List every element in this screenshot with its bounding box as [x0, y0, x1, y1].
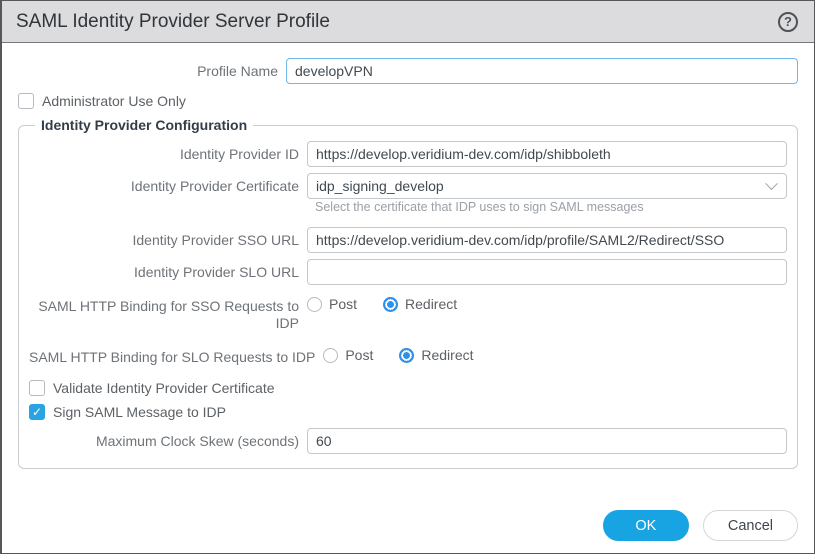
slo-binding-label: SAML HTTP Binding for SLO Requests to ID…	[29, 344, 323, 366]
validate-cert-checkbox[interactable]	[29, 380, 45, 396]
dialog-titlebar: SAML Identity Provider Server Profile ?	[2, 1, 814, 43]
sso-binding-redirect-label: Redirect	[405, 296, 457, 312]
checkmark-icon: ✓	[32, 405, 42, 419]
profile-name-row: Profile Name	[18, 58, 798, 84]
sso-binding-radiogroup: Post Redirect	[307, 293, 483, 312]
slo-binding-post-option[interactable]: Post	[323, 347, 373, 363]
saml-idp-profile-dialog: SAML Identity Provider Server Profile ? …	[0, 0, 815, 554]
idp-certificate-label: Identity Provider Certificate	[29, 173, 307, 195]
cancel-button[interactable]: Cancel	[703, 510, 798, 541]
slo-binding-row: SAML HTTP Binding for SLO Requests to ID…	[29, 344, 787, 366]
sign-saml-row: ✓ Sign SAML Message to IDP	[29, 404, 787, 420]
dialog-body: Profile Name Administrator Use Only Iden…	[2, 43, 814, 469]
slo-url-label: Identity Provider SLO URL	[29, 259, 307, 281]
clock-skew-input[interactable]	[307, 428, 787, 454]
admin-only-checkbox[interactable]	[18, 93, 34, 109]
idp-certificate-hint: Select the certificate that IDP uses to …	[315, 200, 787, 214]
sso-binding-redirect-option[interactable]: Redirect	[383, 296, 457, 312]
slo-url-row: Identity Provider SLO URL	[29, 259, 787, 285]
sign-saml-label: Sign SAML Message to IDP	[53, 404, 226, 420]
idp-certificate-select[interactable]: idp_signing_develop	[307, 173, 787, 199]
validate-cert-row: Validate Identity Provider Certificate	[29, 380, 787, 396]
admin-only-row: Administrator Use Only	[18, 93, 798, 109]
help-button[interactable]: ?	[778, 12, 798, 32]
radio-selected-icon	[383, 297, 398, 312]
radio-selected-icon	[399, 348, 414, 363]
validate-cert-label: Validate Identity Provider Certificate	[53, 380, 275, 396]
idp-id-row: Identity Provider ID	[29, 141, 787, 167]
idp-certificate-row: Identity Provider Certificate idp_signin…	[29, 173, 787, 199]
slo-binding-redirect-option[interactable]: Redirect	[399, 347, 473, 363]
idp-certificate-value: idp_signing_develop	[316, 178, 444, 194]
dialog-footer: OK Cancel	[603, 510, 798, 541]
slo-url-input[interactable]	[307, 259, 787, 285]
idp-id-input[interactable]	[307, 141, 787, 167]
profile-name-input[interactable]	[286, 58, 798, 84]
chevron-down-icon	[765, 177, 778, 190]
sso-binding-row: SAML HTTP Binding for SSO Requests to ID…	[29, 293, 787, 332]
idp-configuration-legend: Identity Provider Configuration	[35, 117, 253, 133]
sso-binding-post-option[interactable]: Post	[307, 296, 357, 312]
slo-binding-radiogroup: Post Redirect	[323, 344, 499, 363]
sso-url-input[interactable]	[307, 227, 787, 253]
clock-skew-row: Maximum Clock Skew (seconds)	[29, 428, 787, 454]
sso-url-label: Identity Provider SSO URL	[29, 227, 307, 249]
sso-binding-label: SAML HTTP Binding for SSO Requests to ID…	[29, 293, 307, 332]
sso-binding-post-label: Post	[329, 296, 357, 312]
admin-only-label: Administrator Use Only	[42, 93, 186, 109]
clock-skew-label: Maximum Clock Skew (seconds)	[29, 428, 307, 450]
profile-name-label: Profile Name	[18, 58, 286, 80]
sign-saml-checkbox[interactable]: ✓	[29, 404, 45, 420]
radio-unselected-icon	[307, 297, 322, 312]
slo-binding-redirect-label: Redirect	[421, 347, 473, 363]
ok-button[interactable]: OK	[603, 510, 689, 541]
idp-id-label: Identity Provider ID	[29, 141, 307, 163]
radio-unselected-icon	[323, 348, 338, 363]
idp-configuration-group: Identity Provider Configuration Identity…	[18, 117, 798, 469]
slo-binding-post-label: Post	[345, 347, 373, 363]
dialog-title: SAML Identity Provider Server Profile	[16, 11, 330, 33]
question-mark-icon: ?	[784, 14, 792, 29]
sso-url-row: Identity Provider SSO URL	[29, 227, 787, 253]
